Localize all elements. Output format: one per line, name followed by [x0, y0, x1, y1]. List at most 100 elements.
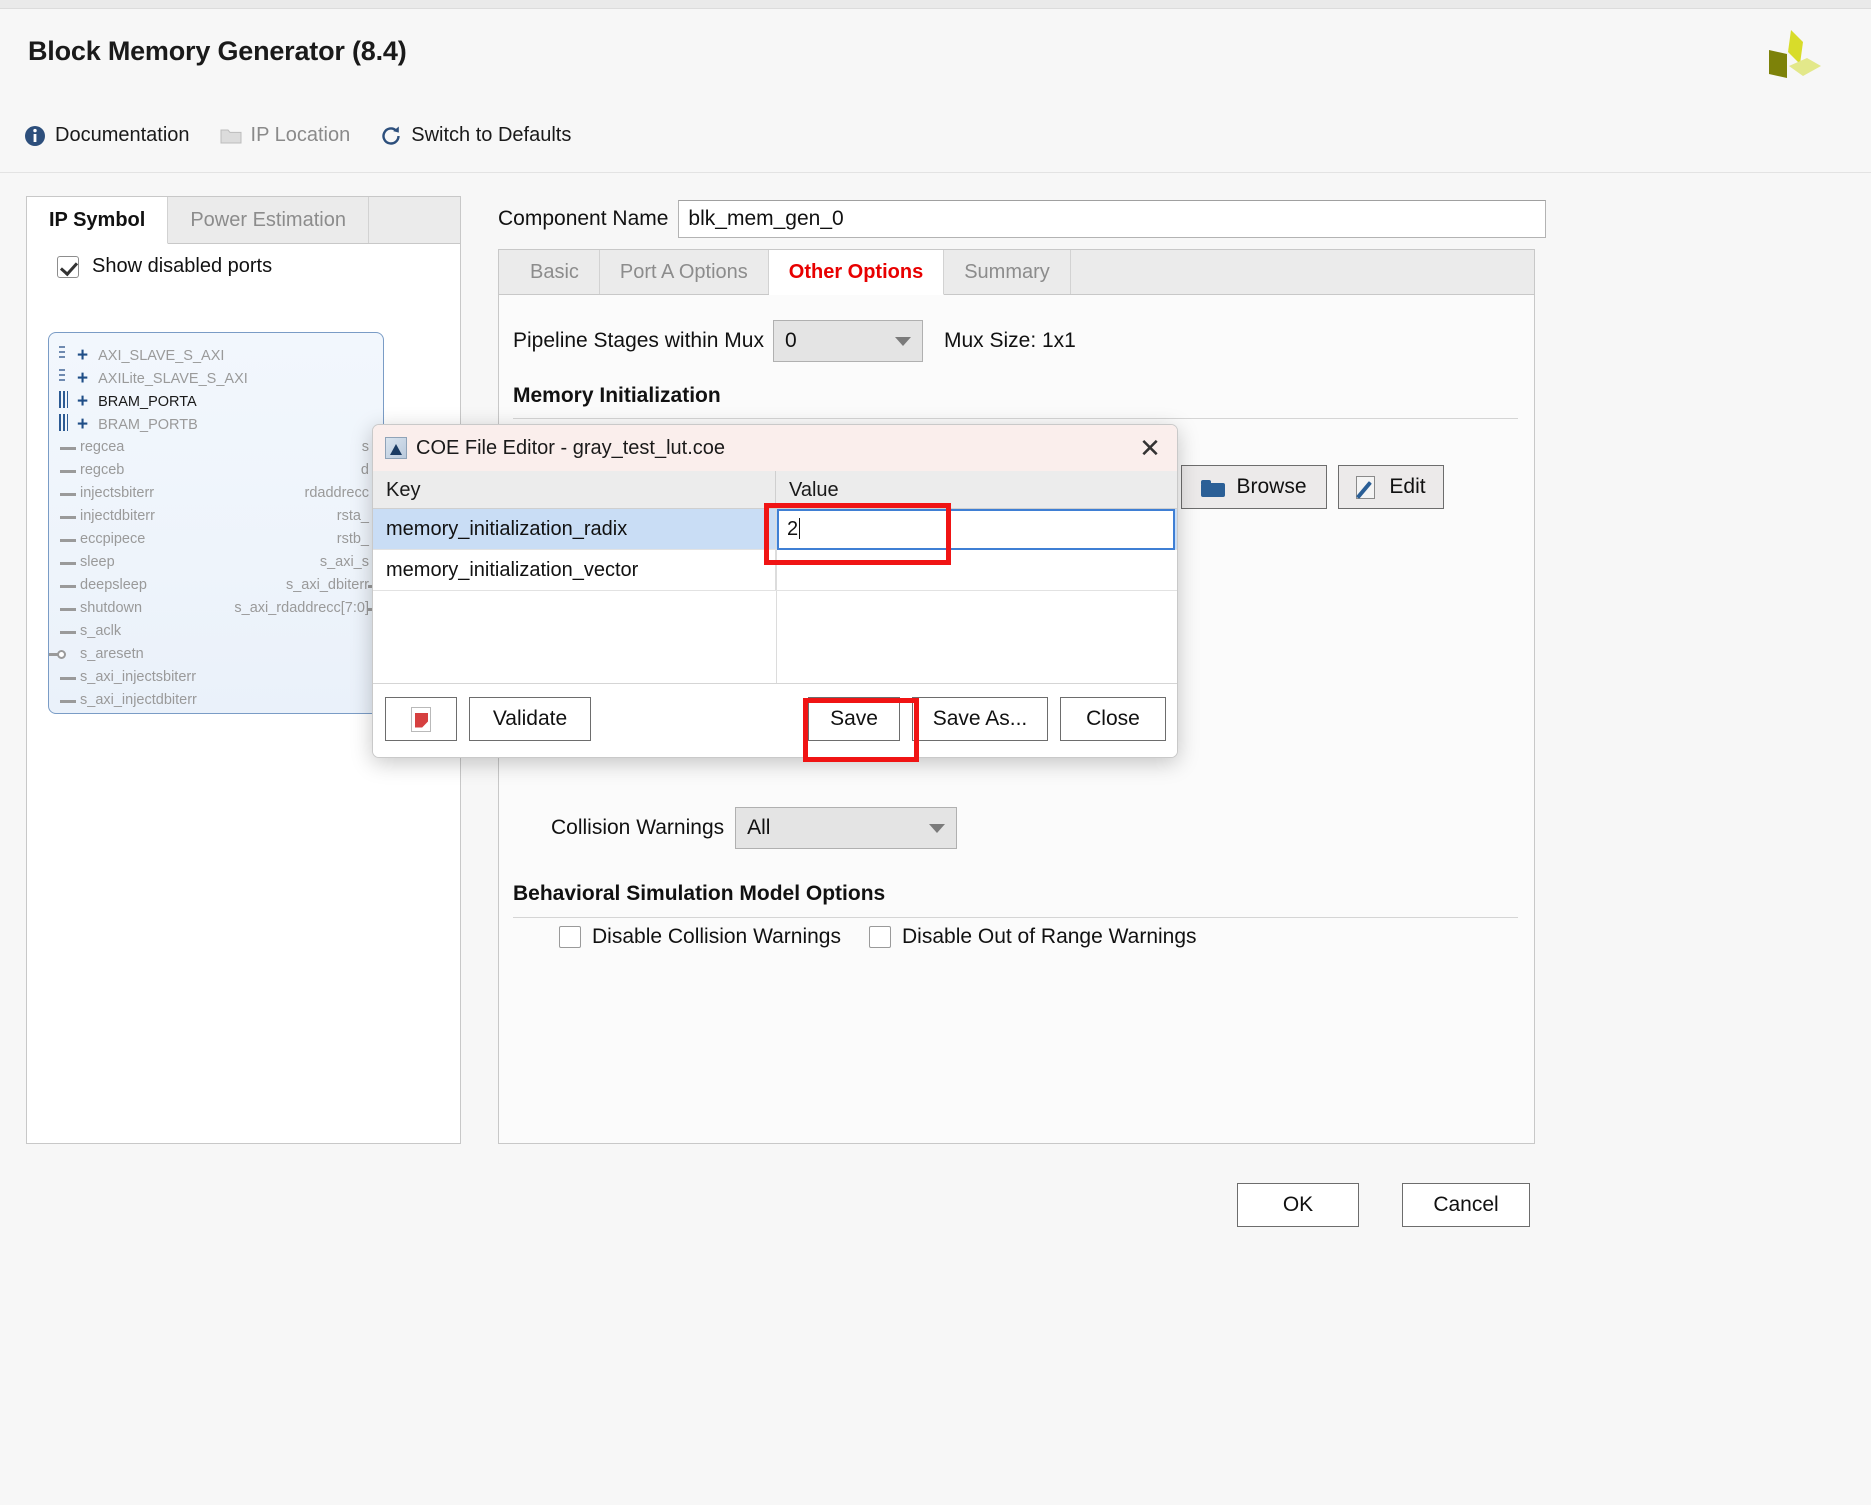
window-top-strip — [0, 0, 1871, 9]
port-pin — [60, 470, 76, 473]
memory-initialization-title: Memory Initialization — [513, 384, 721, 407]
ok-button-label: OK — [1282, 1193, 1314, 1216]
edit-button[interactable]: Edit — [1338, 465, 1444, 509]
dialog-title: COE File Editor - gray_test_lut.coe — [416, 436, 726, 459]
tab-port-a-options[interactable]: Port A Options — [600, 250, 769, 294]
port-pin — [60, 608, 76, 611]
page-title: Block Memory Generator (8.4) — [28, 36, 407, 66]
bus-label: BRAM_PORTB — [98, 416, 198, 433]
collision-warnings-value: All — [747, 816, 771, 839]
port-label-regcea: regcea — [80, 439, 125, 455]
disable-out-of-range-warnings-checkbox[interactable] — [869, 926, 891, 948]
show-disabled-ports-checkbox[interactable] — [57, 255, 79, 278]
toolbar-label-switch-to-defaults: Switch to Defaults — [411, 124, 572, 146]
tab-other-options[interactable]: Other Options — [768, 250, 945, 295]
show-disabled-ports-row[interactable]: Show disabled ports — [57, 255, 272, 278]
pencil-icon — [1356, 476, 1378, 499]
tab-power-estimation[interactable]: Power Estimation — [168, 197, 369, 243]
expand-icon[interactable]: + — [77, 346, 88, 365]
port-label-injectsbiterr: injectsbiterr — [80, 485, 155, 501]
row-value-cell[interactable] — [776, 550, 1177, 590]
close-icon[interactable]: ✕ — [1137, 435, 1163, 462]
component-name-input[interactable]: blk_mem_gen_0 — [678, 200, 1547, 238]
xilinx-logo — [1769, 30, 1821, 78]
port-label-rdaddrecc: rdaddrecc — [304, 485, 369, 501]
disable-collision-warnings-item[interactable]: Disable Collision Warnings — [559, 925, 841, 949]
port-pin — [60, 677, 76, 680]
toolbar-item-ip-location[interactable]: IP Location — [220, 121, 365, 150]
collision-warnings-select[interactable]: All — [735, 807, 958, 849]
pipeline-stages-select[interactable]: 0 — [772, 320, 923, 362]
port-pin — [60, 700, 76, 703]
tab-summary[interactable]: Summary — [944, 250, 1071, 294]
chevron-down-icon — [929, 823, 946, 833]
port-pin — [60, 516, 76, 519]
bus-bram-portb[interactable]: + BRAM_PORTB — [77, 415, 198, 434]
tab-ip-symbol[interactable]: IP Symbol — [27, 197, 169, 244]
port-label-sleep: sleep — [80, 554, 115, 570]
ip-symbol-diagram: + AXI_SLAVE_S_AXI + AXILite_SLAVE_S_AXI … — [48, 332, 384, 714]
toolbar-item-switch-to-defaults[interactable]: Switch to Defaults — [380, 121, 585, 150]
right-tabbar: Basic Port A Options Other Options Summa… — [499, 250, 1534, 295]
port-label-rsta: rsta_ — [336, 508, 369, 524]
tab-summary-label: Summary — [964, 260, 1050, 283]
port-label-deepsleep: deepsleep — [80, 577, 147, 593]
column-header-value: Value — [789, 479, 839, 501]
dialog-titlebar: COE File Editor - gray_test_lut.coe — [373, 425, 1177, 471]
tab-basic-label: Basic — [530, 260, 579, 283]
port-label-out-0: s — [361, 439, 369, 455]
bus-label: AXI_SLAVE_S_AXI — [98, 347, 225, 364]
save-button[interactable]: Save — [808, 697, 900, 741]
folder-icon — [220, 125, 242, 147]
bus-axi-slave-s-axi[interactable]: + AXI_SLAVE_S_AXI — [77, 346, 224, 365]
pdf-export-button[interactable] — [385, 697, 457, 741]
collision-warnings-label: Collision Warnings — [551, 816, 725, 839]
cancel-button-label: Cancel — [1433, 1193, 1499, 1216]
tab-ip-symbol-label: IP Symbol — [49, 208, 146, 231]
tab-basic[interactable]: Basic — [510, 250, 600, 294]
pdf-icon — [411, 706, 431, 732]
browse-button-label: Browse — [1236, 475, 1307, 498]
validate-button[interactable]: Validate — [469, 697, 591, 741]
expand-icon[interactable]: + — [77, 369, 88, 388]
close-button[interactable]: Close — [1060, 697, 1166, 741]
toolbar-item-documentation[interactable]: Documentation — [24, 121, 204, 150]
bus-bram-porta[interactable]: + BRAM_PORTA — [77, 392, 197, 411]
dialog-footer: Validate Save Save As... Close — [373, 683, 1177, 757]
disable-collision-warnings-label: Disable Collision Warnings — [592, 925, 841, 948]
browse-button[interactable]: Browse — [1181, 465, 1327, 509]
validate-button-label: Validate — [492, 707, 568, 730]
folder-open-icon — [1201, 478, 1226, 497]
coe-file-editor-dialog: COE File Editor - gray_test_lut.coe ✕ Ke… — [372, 424, 1178, 758]
save-as-button[interactable]: Save As... — [912, 697, 1048, 741]
port-pin — [60, 493, 76, 496]
port-label-s-axi-s: s_axi_s — [319, 554, 369, 570]
port-label-out-1: d — [360, 462, 369, 478]
value-input-field[interactable]: 2 — [777, 509, 1175, 550]
ok-button[interactable]: OK — [1237, 1183, 1359, 1227]
port-label-s-axi-dbiterr: s_axi_dbiterr — [285, 577, 369, 593]
cancel-button[interactable]: Cancel — [1402, 1183, 1530, 1227]
disable-collision-warnings-checkbox[interactable] — [559, 926, 581, 948]
bus-pin-axilite-slave — [59, 369, 65, 384]
bus-axilite-slave-s-axi[interactable]: + AXILite_SLAVE_S_AXI — [77, 369, 248, 388]
expand-icon[interactable]: + — [77, 415, 88, 434]
disable-out-of-range-warnings-item[interactable]: Disable Out of Range Warnings — [869, 925, 1197, 949]
bus-label: AXILite_SLAVE_S_AXI — [98, 370, 248, 387]
port-label-regceb: regceb — [80, 462, 125, 478]
port-label-eccpipece: eccpipece — [80, 531, 146, 547]
show-disabled-ports-label: Show disabled ports — [92, 255, 273, 277]
port-pin — [60, 631, 76, 634]
component-name-row: Component Name blk_mem_gen_0 — [498, 200, 1547, 238]
tab-port-a-options-label: Port A Options — [619, 260, 748, 283]
expand-icon[interactable]: + — [77, 392, 88, 411]
chevron-down-icon — [894, 336, 911, 346]
port-label-injectdbiterr: injectdbiterr — [80, 508, 155, 524]
pipeline-stages-row: Pipeline Stages within Mux 0 Mux Size: 1… — [513, 320, 1076, 362]
table-row[interactable]: memory_initialization_vector — [373, 550, 1177, 590]
pipeline-stages-value: 0 — [784, 329, 797, 352]
tab-power-estimation-label: Power Estimation — [190, 208, 346, 231]
pipeline-stages-label: Pipeline Stages within Mux — [513, 329, 764, 352]
row-key-memory-initialization-vector: memory_initialization_vector — [373, 550, 776, 590]
toolbar-label-ip-location: IP Location — [250, 124, 351, 146]
